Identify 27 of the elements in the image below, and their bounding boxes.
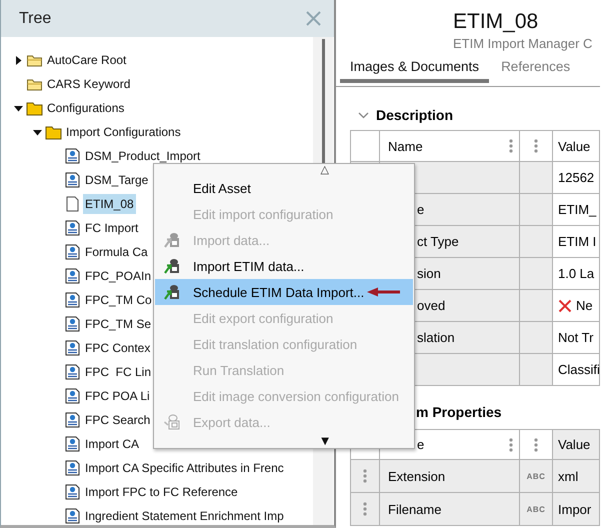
property-name: oved <box>417 298 446 313</box>
property-name: Filename <box>388 502 442 516</box>
column-header: e <box>417 437 424 452</box>
property-name: sion <box>417 266 441 281</box>
property-value: Ne <box>576 298 593 313</box>
property-name: ct Type <box>417 234 459 249</box>
asset-title: ETIM_08 <box>453 9 540 35</box>
panel-title: Tree <box>19 10 52 28</box>
asset-subtitle: ETIM Import Manager C <box>453 35 594 52</box>
column-header: Name <box>388 138 423 154</box>
property-value: 1.0 La <box>558 266 594 281</box>
column-header: Value <box>558 138 590 154</box>
property-value: Impor <box>558 502 592 516</box>
type-label: ABC <box>526 504 546 514</box>
property-value: xml <box>558 468 578 484</box>
property-name: slation <box>417 330 455 345</box>
property-name: e <box>417 202 424 217</box>
column-header: Value <box>558 437 590 452</box>
property-value: 12562 <box>558 170 594 185</box>
section-title: m Properties <box>416 404 502 420</box>
type-label: ABC <box>526 472 546 480</box>
section-title: Description <box>376 107 454 123</box>
property-value: ETIM_ <box>558 202 596 217</box>
property-name: Extension <box>388 468 446 484</box>
property-value: Classifi <box>558 362 599 377</box>
property-value: ETIM I <box>558 234 596 249</box>
property-value: Not Tr <box>558 330 594 345</box>
